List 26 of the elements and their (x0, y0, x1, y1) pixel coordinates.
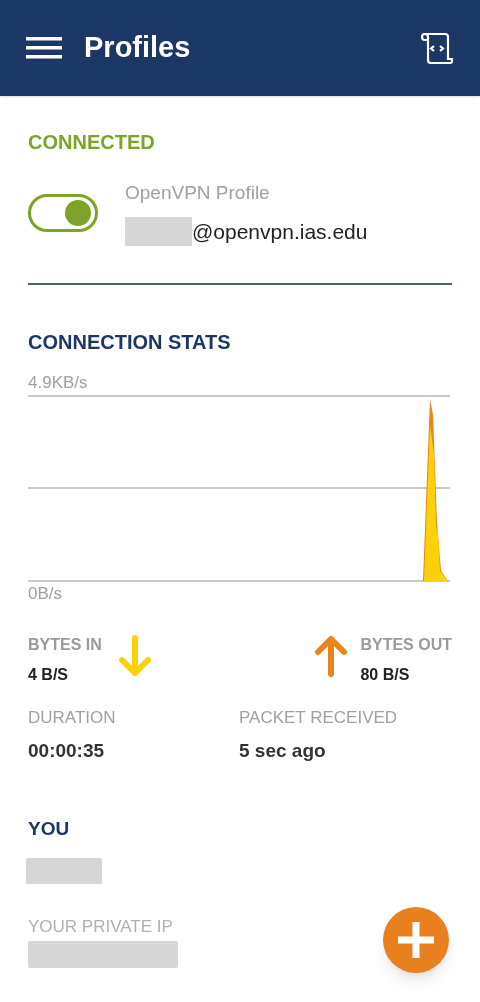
up-arrow-icon (314, 635, 349, 677)
stat-label: BYTES OUT (360, 635, 452, 655)
connection-status: CONNECTED (28, 130, 156, 155)
stat-label: BYTES IN (28, 635, 102, 655)
profile-server: @openvpn.ias.edu (192, 218, 368, 245)
stat-value: 00:00:35 (28, 738, 106, 763)
section-heading: YOU (28, 817, 71, 841)
axis-label: 4.9KB/s (28, 373, 89, 393)
add-button[interactable] (383, 907, 449, 973)
app-title: Profiles (84, 30, 191, 66)
script-scroll-icon[interactable] (420, 32, 454, 64)
toggle-knob (65, 200, 91, 226)
stat-label: DURATION (28, 707, 117, 729)
stat-label: PACKET RECEIVED (239, 707, 398, 729)
redacted-block (125, 216, 192, 246)
toggle-switch[interactable] (28, 194, 98, 232)
menu-icon[interactable] (26, 36, 62, 60)
down-arrow-icon (117, 635, 152, 677)
stat-value: 4 B/S (28, 665, 69, 685)
stat-value: 80 B/S (360, 665, 411, 685)
stat-value: 5 sec ago (239, 738, 327, 763)
field-label: YOUR PRIVATE IP (28, 915, 174, 938)
section-heading: CONNECTION STATS (28, 330, 232, 355)
plus-icon (398, 922, 434, 958)
profile-name: OpenVPN Profile (125, 181, 271, 205)
axis-label: 0B/s (28, 583, 64, 605)
